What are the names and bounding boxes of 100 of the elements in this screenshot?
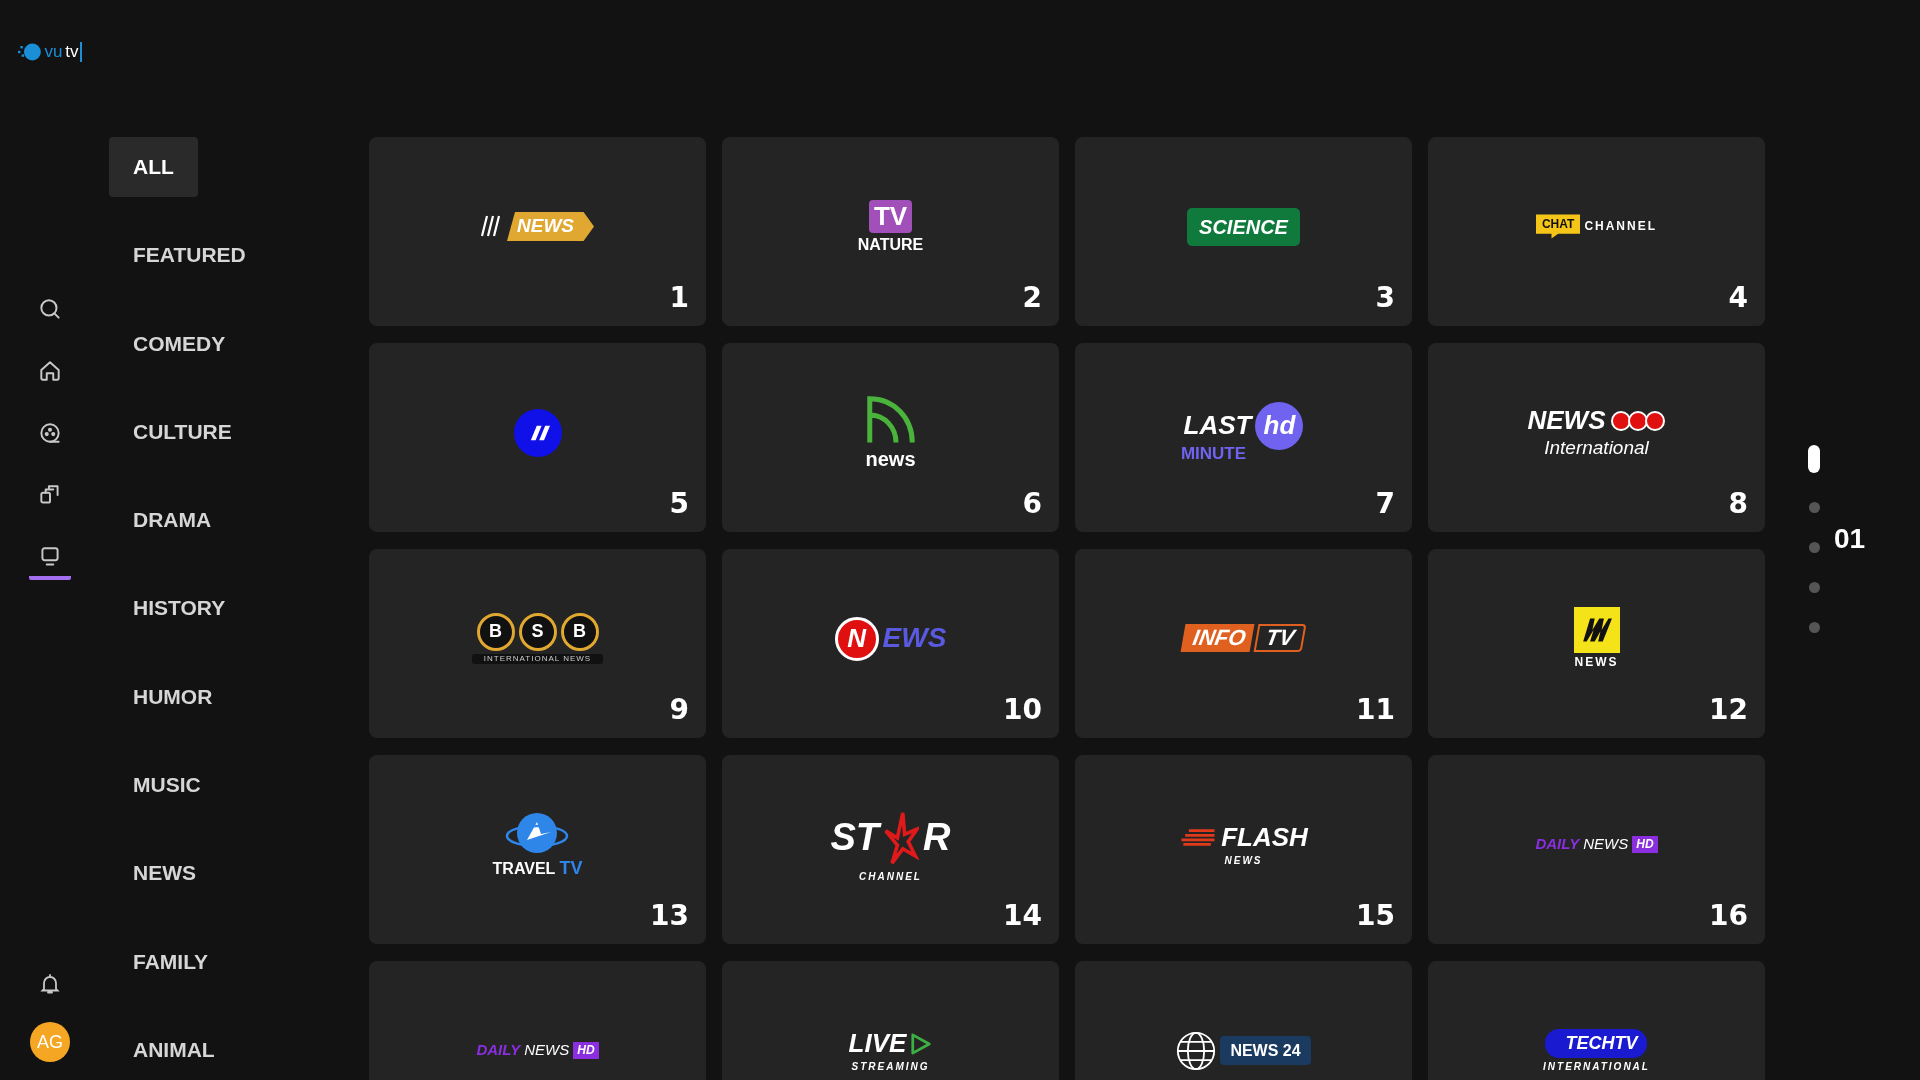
channel-number: 14 [1003, 899, 1042, 932]
channel-number: 13 [650, 899, 689, 932]
brand-logo: vu tv [18, 40, 82, 64]
logo-text: NEWS [1583, 836, 1629, 853]
channel-number: 6 [1022, 487, 1042, 520]
channel-number: 5 [669, 487, 689, 520]
channel-card[interactable]: TRAVEL TV 13 [369, 755, 706, 944]
channel-number: 7 [1375, 487, 1395, 520]
channel-card[interactable]: TECHTV INTERNATIONAL [1428, 961, 1765, 1080]
channel-card[interactable]: FLASH NEWS 15 [1075, 755, 1412, 944]
speed-lines-icon [1179, 826, 1218, 849]
category-tab[interactable]: NEWS [109, 843, 220, 904]
logo-text: LAST [1183, 411, 1252, 440]
logo-text: B [560, 612, 599, 651]
logo-text: CHANNEL [1584, 219, 1658, 234]
page-indicator[interactable] [1808, 445, 1820, 473]
channel-card[interactable]: SCIENCE 3 [1075, 137, 1412, 326]
logo-text: INTERNATIONAL [1543, 1061, 1650, 1073]
page-number: 01 [1834, 523, 1866, 555]
arcs-icon [865, 395, 916, 445]
logo-text: International [1544, 437, 1649, 459]
category-tab[interactable]: CULTURE [109, 401, 256, 463]
logo-text: NEWS 24 [1220, 1035, 1311, 1066]
channel-number: 9 [669, 693, 689, 726]
category-tab[interactable]: HUMOR [109, 666, 237, 727]
logo-text: NEWS [1527, 406, 1606, 435]
logo-text: EWS [882, 623, 947, 654]
logo-text: ST [830, 816, 880, 859]
logo-text: TECHTV [1545, 1028, 1648, 1059]
bell-icon[interactable] [38, 972, 62, 996]
home-icon [37, 358, 63, 384]
channel-number: 3 [1375, 281, 1395, 314]
category-tab[interactable]: HISTORY [109, 578, 250, 639]
channel-number: 2 [1022, 281, 1042, 314]
category-tab[interactable]: ANIMAL [109, 1019, 239, 1080]
channel-card[interactable]: news 6 [722, 343, 1059, 532]
channel-number: 1 [669, 281, 689, 314]
logo-text: TV [559, 859, 583, 879]
logo-text: N [834, 616, 879, 661]
channel-card[interactable]: TV NATURE 2 [722, 137, 1059, 326]
logo-text: R [923, 816, 951, 859]
channel-number: 4 [1728, 281, 1748, 314]
logo-text: INFO [1180, 624, 1255, 653]
rings-icon [1609, 409, 1666, 432]
channel-card[interactable]: NEWS 1 [369, 137, 706, 326]
channel-card[interactable]: B S B INTERNATIONAL NEWS 9 [369, 549, 706, 738]
logo-text: STREAMING [851, 1060, 930, 1072]
category-tab[interactable]: COMEDY [109, 313, 250, 374]
category-tab[interactable]: ALL [109, 137, 198, 198]
logo-text: NEWS [1224, 854, 1263, 866]
channel-card[interactable]: LIVE STREAMING [722, 961, 1059, 1080]
logo-text: S [518, 612, 557, 651]
logo-text: SCIENCE [1187, 207, 1300, 246]
logo-text: DAILY [1535, 836, 1580, 853]
channel-card[interactable]: 5 [369, 343, 706, 532]
channel-card[interactable]: NEWS 24 [1075, 961, 1412, 1080]
channel-card[interactable]: NEWS 12 [1428, 549, 1765, 738]
logo-text: NATURE [857, 235, 924, 254]
logo-text: HD [1632, 835, 1658, 854]
category-tab[interactable]: MUSIC [109, 754, 225, 816]
logo-text: HD [573, 1041, 599, 1060]
channel-number: 8 [1728, 487, 1748, 520]
film-reel-icon [37, 420, 63, 446]
square-icon [1573, 607, 1620, 654]
logo-text: hd [1255, 401, 1304, 450]
channel-card[interactable]: NEWS International 8 [1428, 343, 1765, 532]
channel-number: 16 [1709, 899, 1748, 932]
channel-number: 15 [1356, 899, 1395, 932]
channel-number: 10 [1003, 693, 1042, 726]
search-icon [37, 296, 63, 322]
logo-text: MINUTE [1180, 444, 1247, 464]
category-tab[interactable]: FEATURED [109, 225, 270, 286]
channel-number: 12 [1709, 693, 1748, 726]
category-tab[interactable]: DRAMA [109, 490, 236, 551]
play-icon [910, 1031, 933, 1056]
logo-text: NEWS [524, 1042, 570, 1059]
logo-text: CHAT [1535, 214, 1581, 239]
logo-text: TV [868, 199, 913, 233]
logo-text: FLASH [1221, 823, 1308, 852]
logo-text: DAILY [476, 1042, 521, 1059]
logo-text: news [865, 448, 916, 470]
logo-text: TV [1253, 624, 1307, 653]
logo-text: NEWS [1574, 656, 1619, 670]
channel-card[interactable]: DAILY NEWS HD [369, 961, 706, 1080]
channel-card[interactable]: ST R CHANNEL 14 [722, 755, 1059, 944]
globe-icon [1176, 1030, 1217, 1071]
category-tab[interactable]: FAMILY [109, 931, 233, 992]
logo-text: LIVE [848, 1029, 907, 1058]
logo-text: CHANNEL [859, 870, 922, 882]
logo-text: B [476, 612, 515, 651]
disc-icon [513, 408, 562, 457]
logo-text: INTERNATIONAL NEWS [471, 653, 604, 665]
channel-card[interactable]: CHAT CHANNEL 4 [1428, 137, 1765, 326]
channel-card[interactable]: LAST hd MINUTE 7 [1075, 343, 1412, 532]
channel-number: 11 [1356, 693, 1395, 726]
channel-card[interactable]: DAILY NEWS HD 16 [1428, 755, 1765, 944]
logo-text: TRAVEL [492, 860, 556, 878]
channel-card[interactable]: N EWS 10 [722, 549, 1059, 738]
channel-card[interactable]: INFO TV 11 [1075, 549, 1412, 738]
logo-text: NEWS [507, 212, 594, 241]
